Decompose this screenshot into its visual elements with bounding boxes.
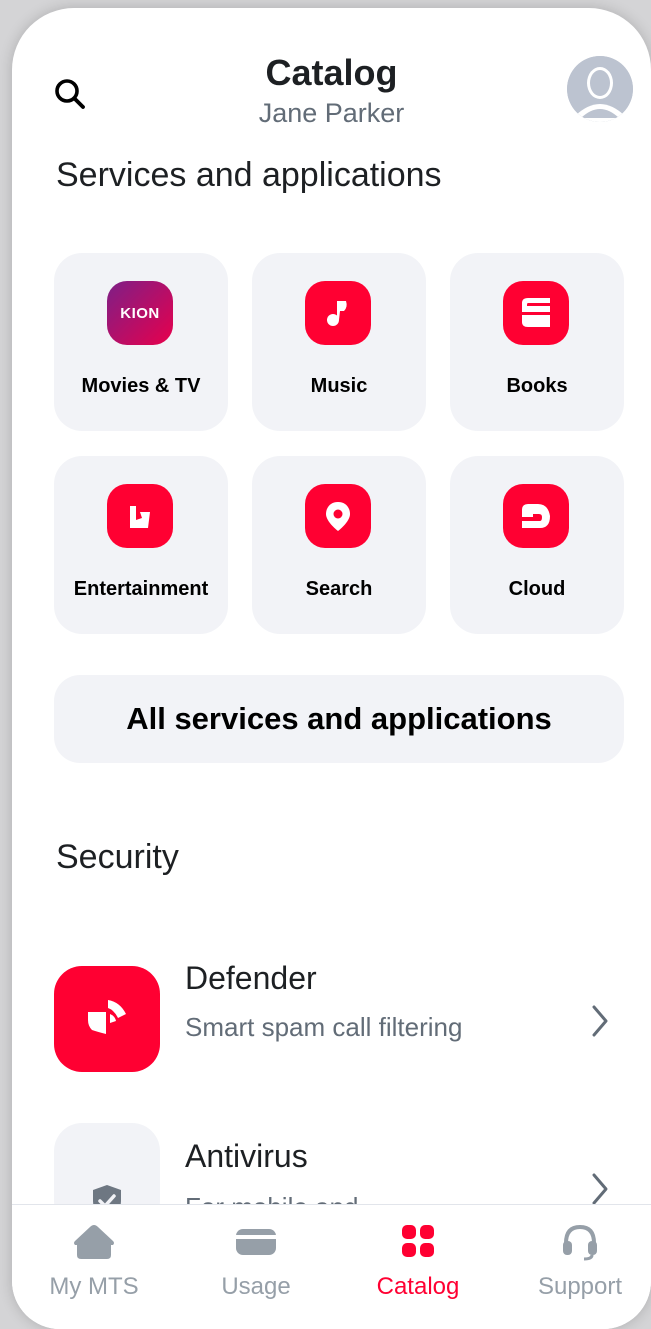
phone-screen: Catalog Jane Parker Services and applica…: [12, 8, 651, 1329]
security-section-title: Security: [56, 838, 179, 876]
page-title: Catalog: [265, 52, 398, 93]
shield-defender-icon: [54, 966, 160, 1072]
header: Catalog Jane Parker: [12, 8, 651, 148]
tile-label: Movies & TV: [81, 375, 201, 397]
chevron-right-icon: [588, 1001, 612, 1041]
bottom-tab-bar: My MTS Usage Catalog Support: [12, 1204, 651, 1329]
grid-icon: [393, 1219, 443, 1263]
tile-movies-tv[interactable]: KION Movies & TV: [54, 253, 228, 431]
user-avatar-icon: [567, 56, 633, 122]
wallet-icon: [231, 1219, 281, 1263]
headset-icon: [555, 1219, 605, 1263]
tile-label: Music: [310, 375, 368, 397]
services-section-title: Services and applications: [56, 156, 442, 194]
chevron-right-icon: [588, 1169, 612, 1209]
tile-cloud[interactable]: Cloud: [450, 456, 624, 634]
location-pin-icon: [305, 484, 371, 548]
item-description: Smart spam call filtering: [185, 1012, 463, 1042]
cloud-icon: [503, 484, 569, 548]
tile-entertainment[interactable]: Entertainment: [54, 456, 228, 634]
tab-support[interactable]: Support: [500, 1205, 651, 1329]
all-services-button[interactable]: All services and applications: [54, 675, 624, 763]
tab-label: My MTS: [49, 1273, 139, 1300]
book-icon: [503, 281, 569, 345]
tab-catalog[interactable]: Catalog: [338, 1205, 498, 1329]
tile-label: Entertainment: [73, 578, 209, 600]
tile-label: Cloud: [508, 578, 566, 600]
tab-label: Support: [537, 1273, 623, 1300]
item-title: Defender: [185, 960, 317, 996]
tab-label: Usage: [221, 1273, 291, 1300]
tile-label: Books: [506, 375, 568, 397]
music-note-icon: [305, 281, 371, 345]
item-title: Antivirus: [185, 1138, 308, 1174]
user-name: Jane Parker: [258, 98, 405, 128]
list-item-defender[interactable]: Defender Smart spam call filtering: [12, 953, 651, 1093]
tab-usage[interactable]: Usage: [176, 1205, 336, 1329]
avatar[interactable]: [567, 56, 633, 122]
tile-label: Search: [305, 578, 373, 600]
tab-label: Catalog: [376, 1273, 460, 1300]
tile-music[interactable]: Music: [252, 253, 426, 431]
tile-search[interactable]: Search: [252, 456, 426, 634]
entertainment-icon: [107, 484, 173, 548]
tile-books[interactable]: Books: [450, 253, 624, 431]
tab-my-mts[interactable]: My MTS: [14, 1205, 174, 1329]
kion-logo-text: KION: [120, 304, 160, 322]
home-icon: [69, 1219, 119, 1263]
kion-icon: KION: [107, 281, 173, 345]
